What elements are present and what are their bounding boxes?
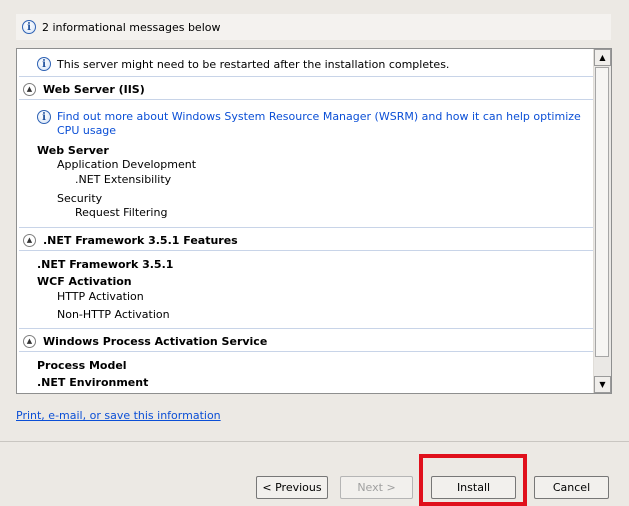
- collapse-web-server-iis-icon[interactable]: ▲: [23, 83, 36, 96]
- divider: [19, 76, 595, 77]
- install-highlight-box: [419, 454, 527, 506]
- http-activation-item: HTTP Activation: [57, 290, 144, 303]
- section-web-server-iis: Web Server (IIS): [43, 83, 145, 96]
- divider: [19, 227, 595, 228]
- section-was: Windows Process Activation Service: [43, 335, 268, 348]
- divider: [19, 351, 595, 352]
- section-net-features: .NET Framework 3.5.1 Features: [43, 234, 238, 247]
- collapse-net-features-icon[interactable]: ▲: [23, 234, 36, 247]
- footer-separator: [0, 441, 629, 442]
- wsrm-link-cont[interactable]: CPU usage: [57, 124, 116, 137]
- divider: [19, 99, 595, 100]
- previous-button[interactable]: < Previous: [256, 476, 328, 499]
- request-filtering-item: Request Filtering: [75, 206, 168, 219]
- security-item: Security: [57, 192, 103, 205]
- non-http-activation-item: Non-HTTP Activation: [57, 308, 170, 321]
- net-environment-heading: .NET Environment: [37, 376, 149, 389]
- scroll-up-arrow-icon[interactable]: ▲: [594, 49, 611, 66]
- scrollbar-thumb[interactable]: [595, 67, 609, 357]
- web-server-heading: Web Server: [37, 144, 109, 157]
- collapse-was-icon[interactable]: ▲: [23, 335, 36, 348]
- app-dev-item: Application Development: [57, 158, 197, 171]
- net-ext-item: .NET Extensibility: [75, 173, 172, 186]
- process-model-heading: Process Model: [37, 359, 127, 372]
- wsrm-link[interactable]: Find out more about Windows System Resou…: [57, 110, 581, 123]
- next-button[interactable]: Next >: [340, 476, 413, 499]
- wcf-heading: WCF Activation: [37, 275, 132, 288]
- scroll-down-arrow-icon[interactable]: ▼: [594, 376, 611, 393]
- banner-text: 2 informational messages below: [42, 20, 221, 34]
- info-banner: i 2 informational messages below: [16, 14, 611, 40]
- results-panel: i This server might need to be restarted…: [16, 48, 612, 394]
- net-framework-heading: .NET Framework 3.5.1: [37, 258, 174, 271]
- info-icon: i: [37, 110, 51, 124]
- info-icon: i: [37, 57, 51, 71]
- divider: [19, 328, 595, 329]
- divider: [19, 250, 595, 251]
- print-email-save-link[interactable]: Print, e-mail, or save this information: [16, 409, 221, 422]
- vertical-scrollbar[interactable]: ▲ ▼: [593, 49, 611, 393]
- restart-message: This server might need to be restarted a…: [57, 58, 450, 71]
- info-icon: i: [22, 20, 36, 34]
- cancel-button[interactable]: Cancel: [534, 476, 609, 499]
